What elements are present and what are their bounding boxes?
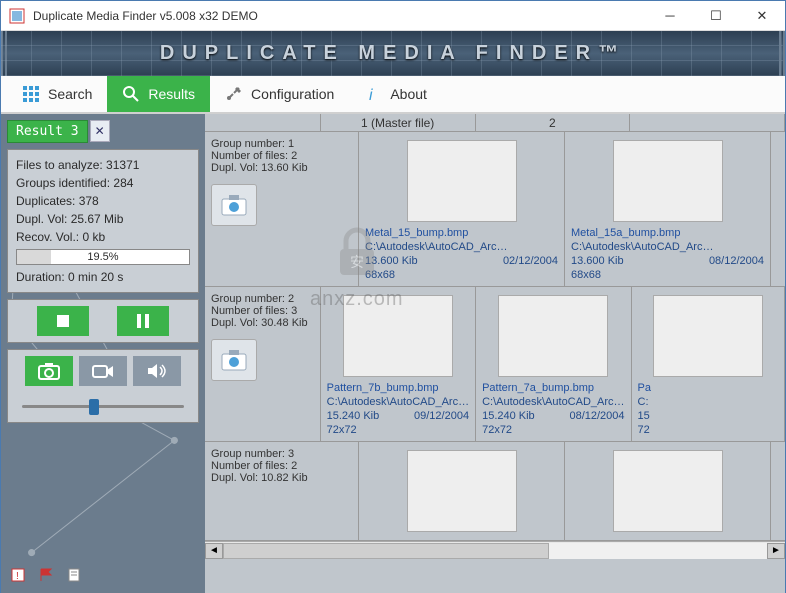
- result-tab[interactable]: Result 3: [7, 120, 88, 143]
- camera-icon: [211, 339, 257, 381]
- stat-recov-vol: Recov. Vol.: 0 kb: [16, 228, 190, 246]
- playback-controls: [7, 299, 199, 343]
- col-header-1: 1 (Master file): [321, 114, 476, 132]
- minimize-button[interactable]: ─: [647, 1, 693, 31]
- magnifier-icon: [122, 85, 140, 103]
- file-meta: Pattern_7a_bump.bmpC:\Autodesk\AutoCAD_A…: [482, 381, 624, 437]
- thumbnail: [407, 450, 517, 532]
- brand-banner: DUPLICATE MEDIA FINDER™: [1, 31, 785, 76]
- flag-icon[interactable]: [37, 567, 55, 583]
- col-header-2: 2: [476, 114, 631, 132]
- tools-icon: [225, 85, 243, 103]
- stats-panel: Files to analyze: 31371 Groups identifie…: [7, 149, 199, 293]
- tab-about-label: About: [390, 86, 427, 102]
- tab-about[interactable]: i About: [349, 76, 442, 112]
- doc-icon[interactable]: [65, 567, 83, 583]
- window-titlebar: Duplicate Media Finder v5.008 x32 DEMO ─…: [1, 1, 785, 31]
- thumbnail: [343, 295, 453, 377]
- stat-duplicates: Duplicates: 378: [16, 192, 190, 210]
- group-info: Group number: 3Number of files: 2Dupl. V…: [205, 442, 359, 540]
- group-row: Group number: 2Number of files: 3Dupl. V…: [205, 287, 785, 442]
- stop-button[interactable]: [37, 306, 89, 336]
- horizontal-scrollbar[interactable]: ◄ ►: [205, 541, 785, 559]
- svg-text:i: i: [369, 87, 373, 103]
- thumbnail: [653, 295, 763, 377]
- stat-dupl-vol: Dupl. Vol: 25.67 Mib: [16, 210, 190, 228]
- stat-files: Files to analyze: 31371: [16, 156, 190, 174]
- progress-bar: 19.5%: [16, 249, 190, 265]
- file-meta: Pattern_7b_bump.bmpC:\Autodesk\AutoCAD_A…: [327, 381, 469, 437]
- tab-results-label: Results: [148, 86, 195, 102]
- file-meta: Metal_15_bump.bmpC:\Autodesk\AutoCAD_Arc…: [365, 226, 558, 282]
- filter-video-button[interactable]: [79, 356, 127, 386]
- threshold-slider[interactable]: [14, 396, 192, 416]
- stat-duration: Duration: 0 min 20 s: [16, 268, 190, 286]
- file-meta: Metal_15a_bump.bmpC:\Autodesk\AutoCAD_Ar…: [571, 226, 764, 282]
- group-row: Group number: 1Number of files: 2Dupl. V…: [205, 132, 785, 287]
- close-button[interactable]: ✕: [739, 1, 785, 31]
- thumbnail: [498, 295, 608, 377]
- search-grid-icon: [22, 85, 40, 103]
- app-icon: [9, 8, 25, 24]
- side-panel: Result 3 ✕ Files to analyze: 31371 Group…: [1, 114, 205, 593]
- result-cell[interactable]: Metal_15_bump.bmpC:\Autodesk\AutoCAD_Arc…: [359, 132, 565, 286]
- group-info: Group number: 1Number of files: 2Dupl. V…: [205, 132, 359, 286]
- scroll-left-button[interactable]: ◄: [205, 543, 223, 559]
- result-tab-close[interactable]: ✕: [90, 120, 110, 142]
- group-info: Group number: 2Number of files: 3Dupl. V…: [205, 287, 321, 441]
- media-filter-panel: [7, 349, 199, 423]
- main-tabs: Search Results Configuration i About: [1, 76, 785, 114]
- tab-configuration[interactable]: Configuration: [210, 76, 349, 112]
- stat-groups: Groups identified: 284: [16, 174, 190, 192]
- result-cell[interactable]: [359, 442, 565, 540]
- filter-audio-button[interactable]: [133, 356, 181, 386]
- thumbnail: [407, 140, 517, 222]
- window-title: Duplicate Media Finder v5.008 x32 DEMO: [33, 9, 647, 23]
- results-grid[interactable]: 1 (Master file) 2 Group number: 1Number …: [205, 114, 785, 593]
- result-cell[interactable]: Metal_15a_bump.bmpC:\Autodesk\AutoCAD_Ar…: [565, 132, 771, 286]
- alert-icon[interactable]: !: [9, 567, 27, 583]
- grid-header: 1 (Master file) 2: [205, 114, 785, 132]
- tab-results[interactable]: Results: [107, 76, 210, 112]
- result-cell[interactable]: Pattern_7a_bump.bmpC:\Autodesk\AutoCAD_A…: [476, 287, 631, 441]
- result-cell[interactable]: PaC:1572: [632, 287, 785, 441]
- camera-icon: [211, 184, 257, 226]
- scroll-right-button[interactable]: ►: [767, 543, 785, 559]
- filter-photo-button[interactable]: [25, 356, 73, 386]
- file-meta: PaC:1572: [638, 381, 778, 437]
- progress-percent: 19.5%: [17, 250, 189, 264]
- brand-text: DUPLICATE MEDIA FINDER™: [160, 42, 626, 65]
- info-icon: i: [364, 85, 382, 103]
- tab-search-label: Search: [48, 86, 92, 102]
- thumbnail: [613, 450, 723, 532]
- tab-search[interactable]: Search: [7, 76, 107, 112]
- maximize-button[interactable]: ☐: [693, 1, 739, 31]
- pause-button[interactable]: [117, 306, 169, 336]
- result-cell[interactable]: [565, 442, 771, 540]
- svg-text:!: !: [16, 571, 19, 582]
- tab-configuration-label: Configuration: [251, 86, 334, 102]
- group-row: Group number: 3Number of files: 2Dupl. V…: [205, 442, 785, 541]
- thumbnail: [613, 140, 723, 222]
- result-cell[interactable]: Pattern_7b_bump.bmpC:\Autodesk\AutoCAD_A…: [321, 287, 476, 441]
